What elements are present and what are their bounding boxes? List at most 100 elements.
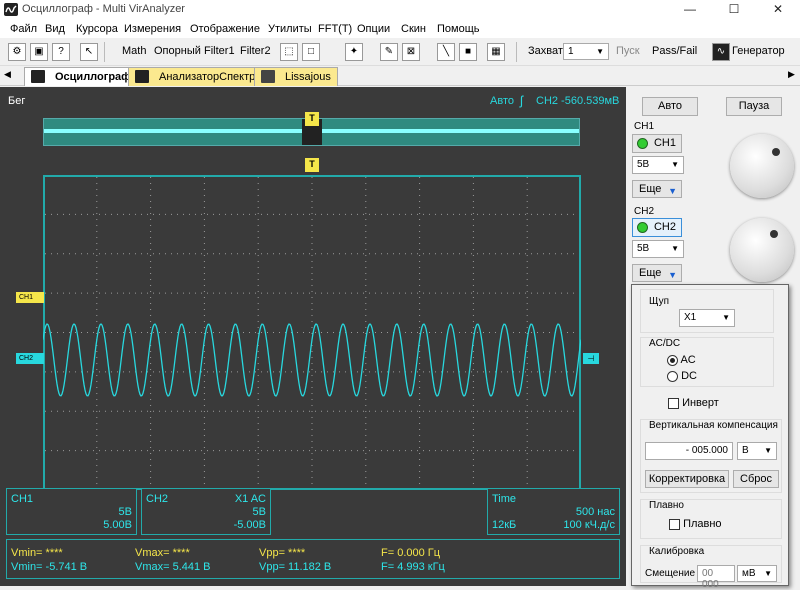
ch2-vmin: Vmin= -5.741 В xyxy=(11,561,88,573)
split-view-icon[interactable]: ⬚ xyxy=(280,43,298,61)
save-icon[interactable]: ▣ xyxy=(30,43,48,61)
minimize-button[interactable]: — xyxy=(668,0,712,20)
trigger-info: CH2 -560.539мВ xyxy=(536,95,620,107)
menu-fft[interactable]: FFT(T) xyxy=(318,23,352,35)
filter2-button[interactable]: Filter2 xyxy=(240,45,271,57)
pointer-icon[interactable]: ↖ xyxy=(80,43,98,61)
menu-help[interactable]: Помощь xyxy=(437,23,480,35)
settings-icon[interactable]: ⚙ xyxy=(8,43,26,61)
offset-unit: мВ xyxy=(742,568,756,579)
chevron-down-icon: ▼ xyxy=(668,186,677,196)
ch1-box-title: CH1 xyxy=(11,493,34,505)
tab-label: Lissajous xyxy=(285,71,331,83)
probe-icon[interactable]: ✎ xyxy=(380,43,398,61)
ch1-box-offset: 5.00В xyxy=(103,519,132,531)
ch2-trace xyxy=(43,323,581,397)
ch2-button-label: CH2 xyxy=(653,221,676,233)
correct-button[interactable]: Корректировка xyxy=(645,470,729,488)
ch2-scale-value: 5В xyxy=(637,243,650,254)
ch2-box-title: CH2 xyxy=(146,493,169,505)
single-view-icon[interactable]: □ xyxy=(302,43,320,61)
ch2-vmax: Vmax= 5.441 В xyxy=(135,561,211,573)
generator-button[interactable]: Генератор xyxy=(732,45,785,57)
ch1-marker[interactable]: CH1 xyxy=(16,292,44,303)
ch1-more-button[interactable]: Еще ▼ xyxy=(632,180,682,198)
line-icon[interactable]: ╲ xyxy=(437,43,455,61)
stop-icon[interactable]: ■ xyxy=(459,43,477,61)
filter1-button[interactable]: Filter1 xyxy=(204,45,235,57)
tab-oscilloscope[interactable]: Осциллограф xyxy=(24,67,138,86)
menu-skin[interactable]: Скин xyxy=(401,23,426,35)
tab-label: Осциллограф xyxy=(55,71,131,83)
ch2-volts-knob[interactable] xyxy=(730,218,794,282)
menu-view[interactable]: Вид xyxy=(45,23,65,35)
menu-measure[interactable]: Измерения xyxy=(124,23,181,35)
probe-value: X1 xyxy=(684,312,697,323)
ref-button[interactable]: Опорный xyxy=(154,45,201,57)
window-title: Осциллограф - Multi VirAnalyzer xyxy=(22,3,185,15)
coupling-dc-radio[interactable]: DC xyxy=(667,370,697,382)
zoom-icon[interactable]: ⊠ xyxy=(402,43,420,61)
ch2-marker[interactable]: CH2 xyxy=(16,353,44,364)
trigger-position-marker[interactable]: T xyxy=(305,112,319,126)
offset-input[interactable]: 00 000 xyxy=(697,565,735,590)
tab-spectrum[interactable]: АнализаторСпектра xyxy=(128,67,269,86)
capture-select[interactable]: 1 ▼ xyxy=(563,43,609,60)
ch2-toggle-button[interactable]: CH2 xyxy=(632,218,682,237)
ch1-volts-knob[interactable] xyxy=(730,134,794,198)
calibration-label: Калибровка xyxy=(647,546,707,557)
tab-scroll-right-icon[interactable]: ▶ xyxy=(788,69,795,80)
tab-lissajous[interactable]: Lissajous xyxy=(254,67,338,86)
probe-select[interactable]: X1 ▼ xyxy=(679,309,735,327)
menu-options[interactable]: Опции xyxy=(357,23,390,35)
passfail-button[interactable]: Pass/Fail xyxy=(652,45,697,57)
generator-icon[interactable]: ∿ xyxy=(712,43,730,61)
ch2-scale-select[interactable]: 5В ▼ xyxy=(632,240,684,258)
menu-utilities[interactable]: Утилиты xyxy=(268,23,312,35)
ch2-led-icon xyxy=(637,222,648,233)
math-button[interactable]: Math xyxy=(122,45,146,57)
vertical-offset-input[interactable]: - 005.000 xyxy=(645,442,733,460)
ch1-led-icon xyxy=(637,138,648,149)
cursor-tool-icon[interactable]: ✦ xyxy=(345,43,363,61)
knob-indicator xyxy=(772,148,780,156)
trigger-mode[interactable]: Авто xyxy=(490,95,514,107)
trigger-marker[interactable]: T xyxy=(305,158,319,172)
radio-selected-icon xyxy=(667,354,678,366)
invert-label: Инверт xyxy=(682,397,719,409)
menu-bar: Файл Вид Курсора Измерения Отображение У… xyxy=(0,20,800,38)
time-box-timebase: 500 нас xyxy=(575,506,615,518)
vertical-offset-unit-select[interactable]: В ▼ xyxy=(737,442,777,460)
menu-cursors[interactable]: Курсора xyxy=(76,23,118,35)
auto-button[interactable]: Авто xyxy=(642,97,698,116)
color-icon[interactable]: ▦ xyxy=(487,43,505,61)
measurements-box: Vmin= **** Vmax= **** Vpp= **** F= 0.000… xyxy=(6,539,620,579)
reset-button[interactable]: Сброс xyxy=(733,470,779,488)
menu-display[interactable]: Отображение xyxy=(190,23,260,35)
smooth-group: Плавно Плавно xyxy=(640,499,782,539)
pause-button[interactable]: Пауза xyxy=(726,97,782,116)
help-icon[interactable]: ? xyxy=(52,43,70,61)
waveform-plot[interactable] xyxy=(43,175,581,490)
time-box-buffer: 12кБ xyxy=(492,519,517,531)
invert-checkbox[interactable]: Инверт xyxy=(668,397,719,409)
tab-scroll-left-icon[interactable]: ◀ xyxy=(4,69,11,80)
ch2-info-box: CH2 X1 AC 5В -5.00В xyxy=(141,488,271,535)
ch1-vmin: Vmin= **** xyxy=(11,547,63,559)
offset-unit-select[interactable]: мВ ▼ xyxy=(737,565,777,582)
smooth-checkbox[interactable]: Плавно xyxy=(669,518,722,530)
menu-file[interactable]: Файл xyxy=(10,23,37,35)
start-button[interactable]: Пуск xyxy=(616,45,640,57)
ch1-scale-select[interactable]: 5В ▼ xyxy=(632,156,684,174)
coupling-ac-radio[interactable]: AC xyxy=(667,354,696,366)
chevron-down-icon: ▼ xyxy=(722,313,730,322)
chevron-down-icon: ▼ xyxy=(671,244,679,253)
ch1-toggle-button[interactable]: CH1 xyxy=(632,134,682,153)
ch2-more-label: Еще xyxy=(639,267,662,279)
trigger-edge-icon: ʃ xyxy=(520,93,523,108)
close-button[interactable]: ✕ xyxy=(756,0,800,20)
trigger-level-marker[interactable]: ⊣ xyxy=(583,353,599,364)
ch1-freq: F= 0.000 Гц xyxy=(381,547,441,559)
ch2-more-button[interactable]: Еще ▼ xyxy=(632,264,682,282)
maximize-button[interactable]: ☐ xyxy=(712,0,756,20)
